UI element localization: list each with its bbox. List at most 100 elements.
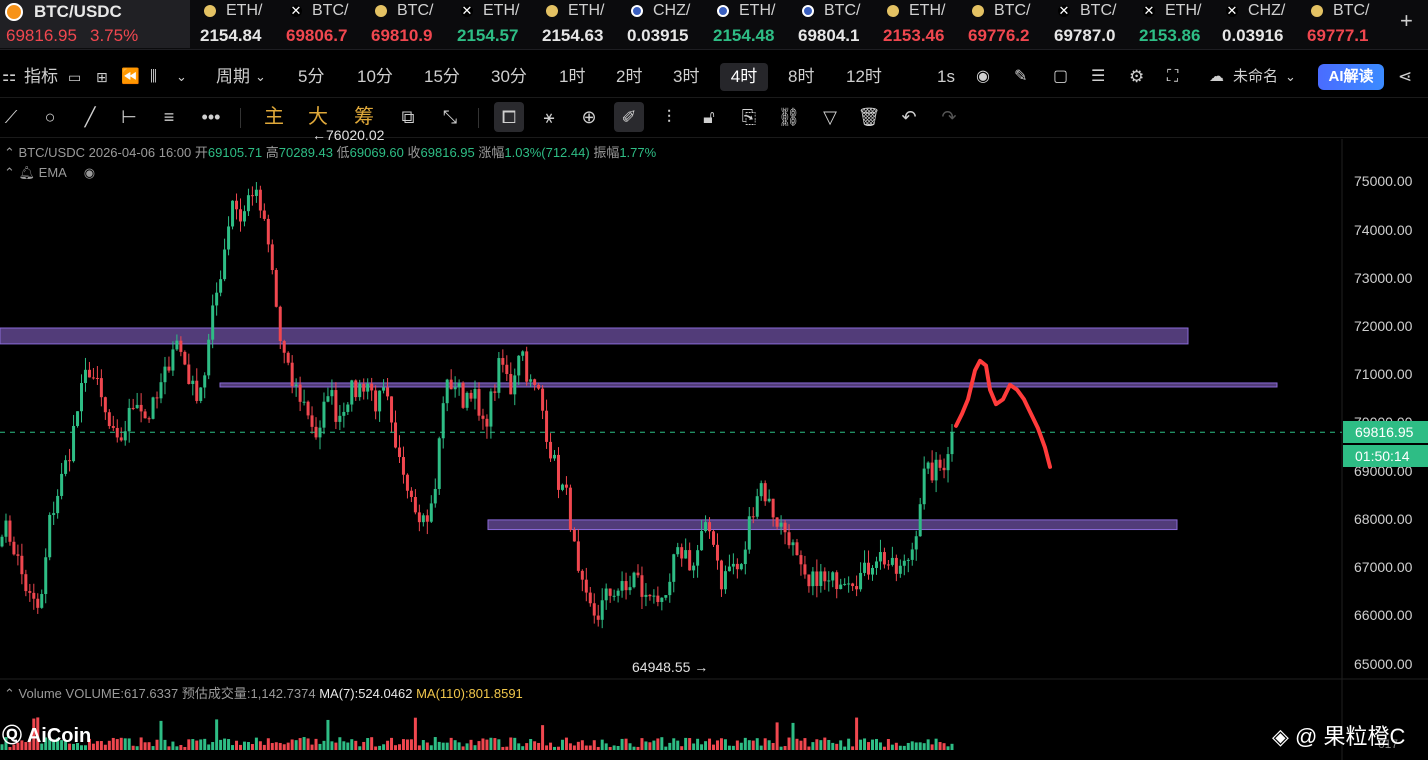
candle-body[interactable] [652,595,656,597]
candle-body[interactable] [227,226,231,250]
candle-body[interactable] [421,515,425,523]
candle-body[interactable] [139,404,143,412]
candle-body[interactable] [258,189,262,211]
candle-body[interactable] [346,404,350,412]
candle-body[interactable] [914,536,918,550]
interval-5m[interactable]: 5分 [298,56,324,98]
candle-body[interactable] [56,495,60,514]
candle-body[interactable] [131,407,135,409]
candle-body[interactable] [445,379,449,404]
candle-body[interactable] [24,574,28,592]
candle-body[interactable] [40,594,44,608]
candle-body[interactable] [811,571,815,587]
candle-body[interactable] [803,564,807,575]
candle-body[interactable] [60,473,64,496]
candle-body[interactable] [656,595,660,602]
candle-body[interactable] [413,496,417,513]
ruler-icon[interactable]: ⚹ [534,102,564,132]
candle-body[interactable] [819,571,823,586]
candle-body[interactable] [878,552,882,562]
candle-body[interactable] [902,560,906,566]
candle-body[interactable] [465,392,469,408]
candle-body[interactable] [930,462,934,481]
candle-body[interactable] [545,410,549,442]
candle-body[interactable] [135,404,139,409]
edit-list-icon[interactable]: ⎘ [734,102,764,132]
candle-body[interactable] [855,586,859,590]
candle-body[interactable] [382,387,386,391]
layout-name[interactable]: 未命名 [1233,56,1278,98]
candle-body[interactable] [143,411,147,419]
grid-icon[interactable]: ⊞ [96,56,108,98]
draw-mode-icon[interactable]: ✐ [614,102,644,132]
candle-body[interactable] [231,200,235,227]
hline-tool-icon[interactable]: ⊢ [114,102,144,132]
candle-body[interactable] [394,422,398,448]
candle-body[interactable] [719,560,723,590]
candle-body[interactable] [592,603,596,616]
candle-body[interactable] [322,401,326,428]
list-icon[interactable]: ☰ [1091,56,1105,98]
candle-body[interactable] [175,340,179,350]
candle-body[interactable] [274,270,278,307]
candle-body[interactable] [362,383,366,392]
candle-body[interactable] [68,460,72,462]
candle-body[interactable] [103,397,107,413]
candle-body[interactable] [815,571,819,586]
candle-body[interactable] [763,483,767,502]
candle-body[interactable] [437,438,441,489]
candle-body[interactable] [163,366,167,383]
candle-body[interactable] [195,380,199,401]
candle-body[interactable] [155,397,159,399]
candle-body[interactable] [441,403,445,439]
candle-body[interactable] [867,562,871,575]
candle-body[interactable] [596,615,600,620]
candle-body[interactable] [115,427,119,438]
interval-12h[interactable]: 12时 [846,56,882,98]
interval-15m[interactable]: 15分 [424,56,460,98]
ai-analysis-button[interactable]: AI解读 [1318,64,1384,90]
candle-body[interactable] [266,218,270,245]
candle-body[interactable] [644,594,648,597]
candle-body[interactable] [187,364,191,385]
chart-area[interactable]: ⌃ BTC/USDC 2026-04-06 16:00 开69105.71 高7… [0,127,1428,760]
candle-body[interactable] [572,529,576,542]
candle-body[interactable] [8,520,12,542]
candle-body[interactable] [171,349,175,371]
candle-body[interactable] [501,358,505,365]
indicators-button[interactable]: 指标 [24,56,58,98]
ticker-main[interactable]: BTC/USDC 69816.95 3.75% [0,0,190,48]
candle-body[interactable] [918,504,922,537]
candle-body[interactable] [600,600,604,620]
candle-body[interactable] [306,401,310,416]
candle-body[interactable] [700,531,704,551]
comment-icon[interactable]: ▢ [1053,56,1068,98]
candlestick-chart[interactable] [0,139,1428,760]
candle-body[interactable] [429,503,433,522]
candle-body[interactable] [91,377,95,379]
candle-body[interactable] [107,412,111,427]
candle-body[interactable] [497,358,501,393]
candle-body[interactable] [282,341,286,353]
rewind-icon[interactable]: ⏪ [121,56,140,98]
copy-tool-icon[interactable]: ⧠ [494,102,524,132]
candle-body[interactable] [20,555,24,575]
eye-hidden-icon[interactable]: ◉ [84,165,95,180]
chevron-down-icon[interactable]: ⌄ [1285,56,1296,98]
candle-body[interactable] [751,516,755,518]
candle-body[interactable] [890,557,894,565]
candle-body[interactable] [370,383,374,391]
candle-body[interactable] [461,382,465,408]
candle-body[interactable] [366,383,370,392]
candle-body[interactable] [64,460,68,474]
candle-body[interactable] [612,595,616,597]
interval-10m[interactable]: 10分 [357,56,393,98]
candle-body[interactable] [775,517,779,527]
candle-body[interactable] [417,512,421,523]
candle-body[interactable] [262,210,266,219]
candle-body[interactable] [99,378,103,398]
candle-body[interactable] [922,468,926,505]
candle-body[interactable] [179,340,183,352]
candle-body[interactable] [636,572,640,576]
candle-body[interactable] [505,364,509,375]
